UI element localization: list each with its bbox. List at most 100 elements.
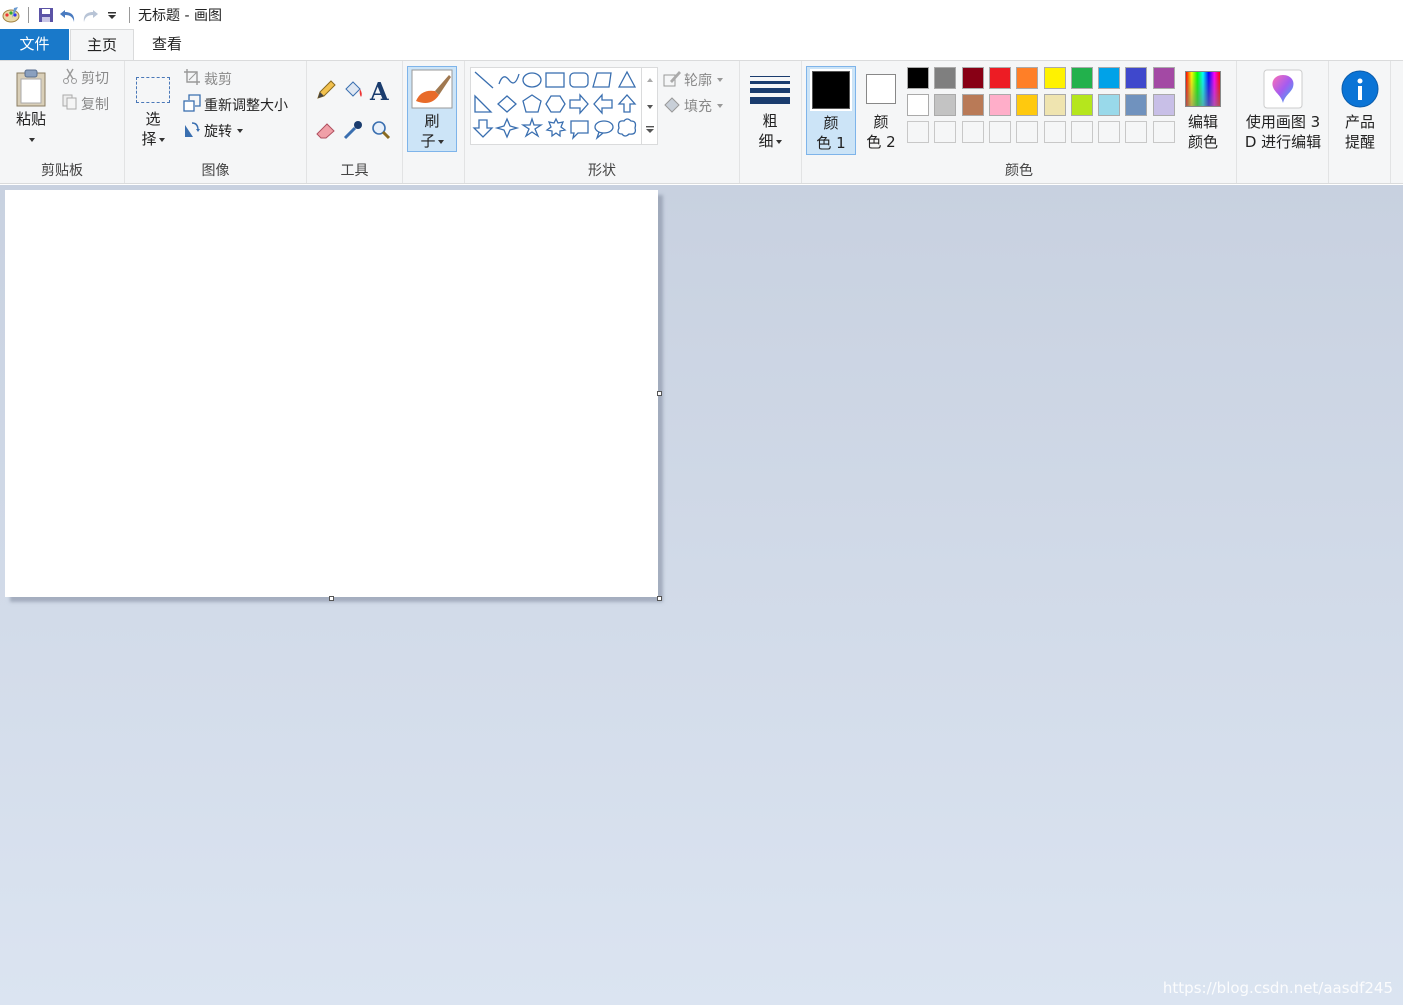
copy-button[interactable]: 复制: [62, 94, 109, 114]
group-product-notice: 产品 提醒: [1329, 61, 1391, 183]
drawing-canvas[interactable]: [5, 190, 658, 597]
resize-icon: [183, 94, 201, 116]
palette-color-swatch[interactable]: [988, 94, 1011, 116]
tab-home[interactable]: 主页: [70, 29, 134, 61]
redo-icon[interactable]: [79, 4, 101, 26]
canvas-workspace[interactable]: https://blog.csdn.net/aasdf245: [0, 185, 1403, 1005]
product-notice-label-1: 产品: [1344, 113, 1375, 131]
save-icon[interactable]: [35, 4, 57, 26]
edit-colors-label-1: 编辑: [1187, 113, 1218, 131]
crop-button[interactable]: 裁剪: [183, 68, 232, 90]
fill-bucket-icon[interactable]: [342, 79, 364, 105]
palette-color-swatch[interactable]: [1016, 94, 1039, 116]
group-shapes: 轮廓 填充 形状: [465, 61, 740, 183]
paste-button[interactable]: 粘贴: [6, 67, 56, 149]
outline-dropdown-arrow[interactable]: [717, 78, 723, 82]
palette-custom-swatch[interactable]: [1016, 121, 1039, 143]
palette-color-swatch[interactable]: [1125, 67, 1148, 89]
palette-custom-swatch[interactable]: [907, 121, 929, 143]
tab-file[interactable]: 文件: [0, 29, 69, 60]
resize-button[interactable]: 重新调整大小: [183, 94, 288, 116]
palette-color-swatch[interactable]: [934, 94, 957, 116]
palette-custom-swatch[interactable]: [988, 121, 1011, 143]
copy-icon: [62, 94, 78, 114]
palette-custom-swatch[interactable]: [961, 121, 984, 143]
palette-color-swatch[interactable]: [961, 94, 984, 116]
outline-button[interactable]: 轮廓: [663, 69, 723, 91]
palette-custom-swatch[interactable]: [934, 121, 957, 143]
info-icon: [1333, 66, 1387, 112]
outline-label: 轮廓: [684, 73, 712, 89]
shapes-gallery-scrollbar[interactable]: [641, 68, 657, 144]
cut-label: 剪切: [81, 71, 109, 87]
shape-icons: [472, 70, 637, 140]
customize-quick-access-icon[interactable]: [101, 4, 123, 26]
undo-icon[interactable]: [57, 4, 79, 26]
color2-label-2: 色 2: [866, 133, 896, 151]
select-button[interactable]: 选 择: [131, 71, 175, 149]
tab-view[interactable]: 查看: [135, 29, 199, 60]
canvas-resize-handle-bottom[interactable]: [329, 596, 334, 601]
palette-color-swatch[interactable]: [1098, 94, 1121, 116]
palette-custom-swatch[interactable]: [1125, 121, 1148, 143]
select-dropdown-arrow[interactable]: [158, 137, 165, 142]
fill-dropdown-arrow[interactable]: [717, 104, 723, 108]
palette-color-swatch[interactable]: [1125, 94, 1148, 116]
group-tools: A 工具: [307, 61, 403, 183]
resize-label: 重新调整大小: [204, 98, 288, 114]
palette-color-swatch[interactable]: [1098, 67, 1121, 89]
palette-color-swatch[interactable]: [988, 67, 1011, 89]
group-brushes: 刷 子: [403, 61, 465, 183]
brushes-button[interactable]: 刷 子: [407, 66, 457, 152]
palette-custom-swatch[interactable]: [1070, 121, 1093, 143]
paint-app-icon[interactable]: [0, 4, 22, 26]
palette-color-swatch[interactable]: [934, 67, 957, 89]
color1-button[interactable]: 颜 色 1: [806, 66, 856, 155]
size-label-2: 细: [758, 132, 774, 150]
color2-button[interactable]: 颜 色 2: [858, 66, 904, 155]
canvas-resize-handle-corner[interactable]: [657, 596, 662, 601]
rotate-button[interactable]: 旋转: [183, 120, 243, 142]
image-group-label: 图像: [201, 163, 230, 179]
product-notice-button[interactable]: 产品 提醒: [1333, 66, 1387, 152]
palette-custom-swatch[interactable]: [1043, 121, 1066, 143]
palette-color-swatch[interactable]: [907, 94, 929, 116]
color-picker-icon[interactable]: [342, 119, 364, 145]
colors-group-label: 颜色: [1005, 163, 1033, 179]
palette-color-swatch[interactable]: [1152, 67, 1175, 89]
canvas-resize-handle-right[interactable]: [657, 391, 662, 396]
crop-label: 裁剪: [204, 72, 232, 88]
fill-icon: [663, 95, 681, 117]
select-label-2: 择: [141, 130, 157, 148]
magnifier-icon[interactable]: [370, 119, 392, 145]
cut-button[interactable]: 剪切: [62, 68, 109, 88]
brush-icon: [408, 67, 456, 111]
brushes-dropdown-arrow[interactable]: [437, 139, 444, 144]
palette-color-swatch[interactable]: [961, 67, 984, 89]
size-dropdown-arrow[interactable]: [775, 139, 782, 144]
palette-color-swatch[interactable]: [1152, 94, 1175, 116]
text-tool-icon[interactable]: A: [370, 77, 389, 106]
palette-custom-swatch[interactable]: [1098, 121, 1121, 143]
size-button[interactable]: 粗 细: [746, 69, 794, 151]
ribbon-tab-bar: 文件 主页 查看: [0, 29, 1403, 61]
palette-custom-swatch[interactable]: [1152, 121, 1175, 143]
clipboard-group-label: 剪贴板: [41, 163, 83, 179]
palette-color-swatch[interactable]: [1043, 94, 1066, 116]
quick-access-toolbar: [0, 0, 136, 29]
pencil-icon[interactable]: [315, 79, 337, 105]
palette-color-swatch[interactable]: [1043, 67, 1066, 89]
eraser-icon[interactable]: [315, 119, 337, 145]
title-bar: 无标题 - 画图: [0, 0, 1403, 29]
rotate-dropdown-arrow[interactable]: [237, 129, 243, 133]
palette-color-swatch[interactable]: [1070, 94, 1093, 116]
clipboard-icon: [6, 67, 56, 109]
fill-button[interactable]: 填充: [663, 95, 723, 117]
paste-dropdown-arrow[interactable]: [29, 137, 35, 142]
edit-with-paint3d-button[interactable]: 使用画图 3 D 进行编辑: [1239, 66, 1327, 152]
palette-color-swatch[interactable]: [907, 67, 929, 89]
palette-color-swatch[interactable]: [1016, 67, 1039, 89]
palette-color-swatch[interactable]: [1070, 67, 1093, 89]
edit-colors-button[interactable]: 编辑 颜色: [1182, 66, 1224, 152]
line-size-icon: [746, 69, 794, 111]
